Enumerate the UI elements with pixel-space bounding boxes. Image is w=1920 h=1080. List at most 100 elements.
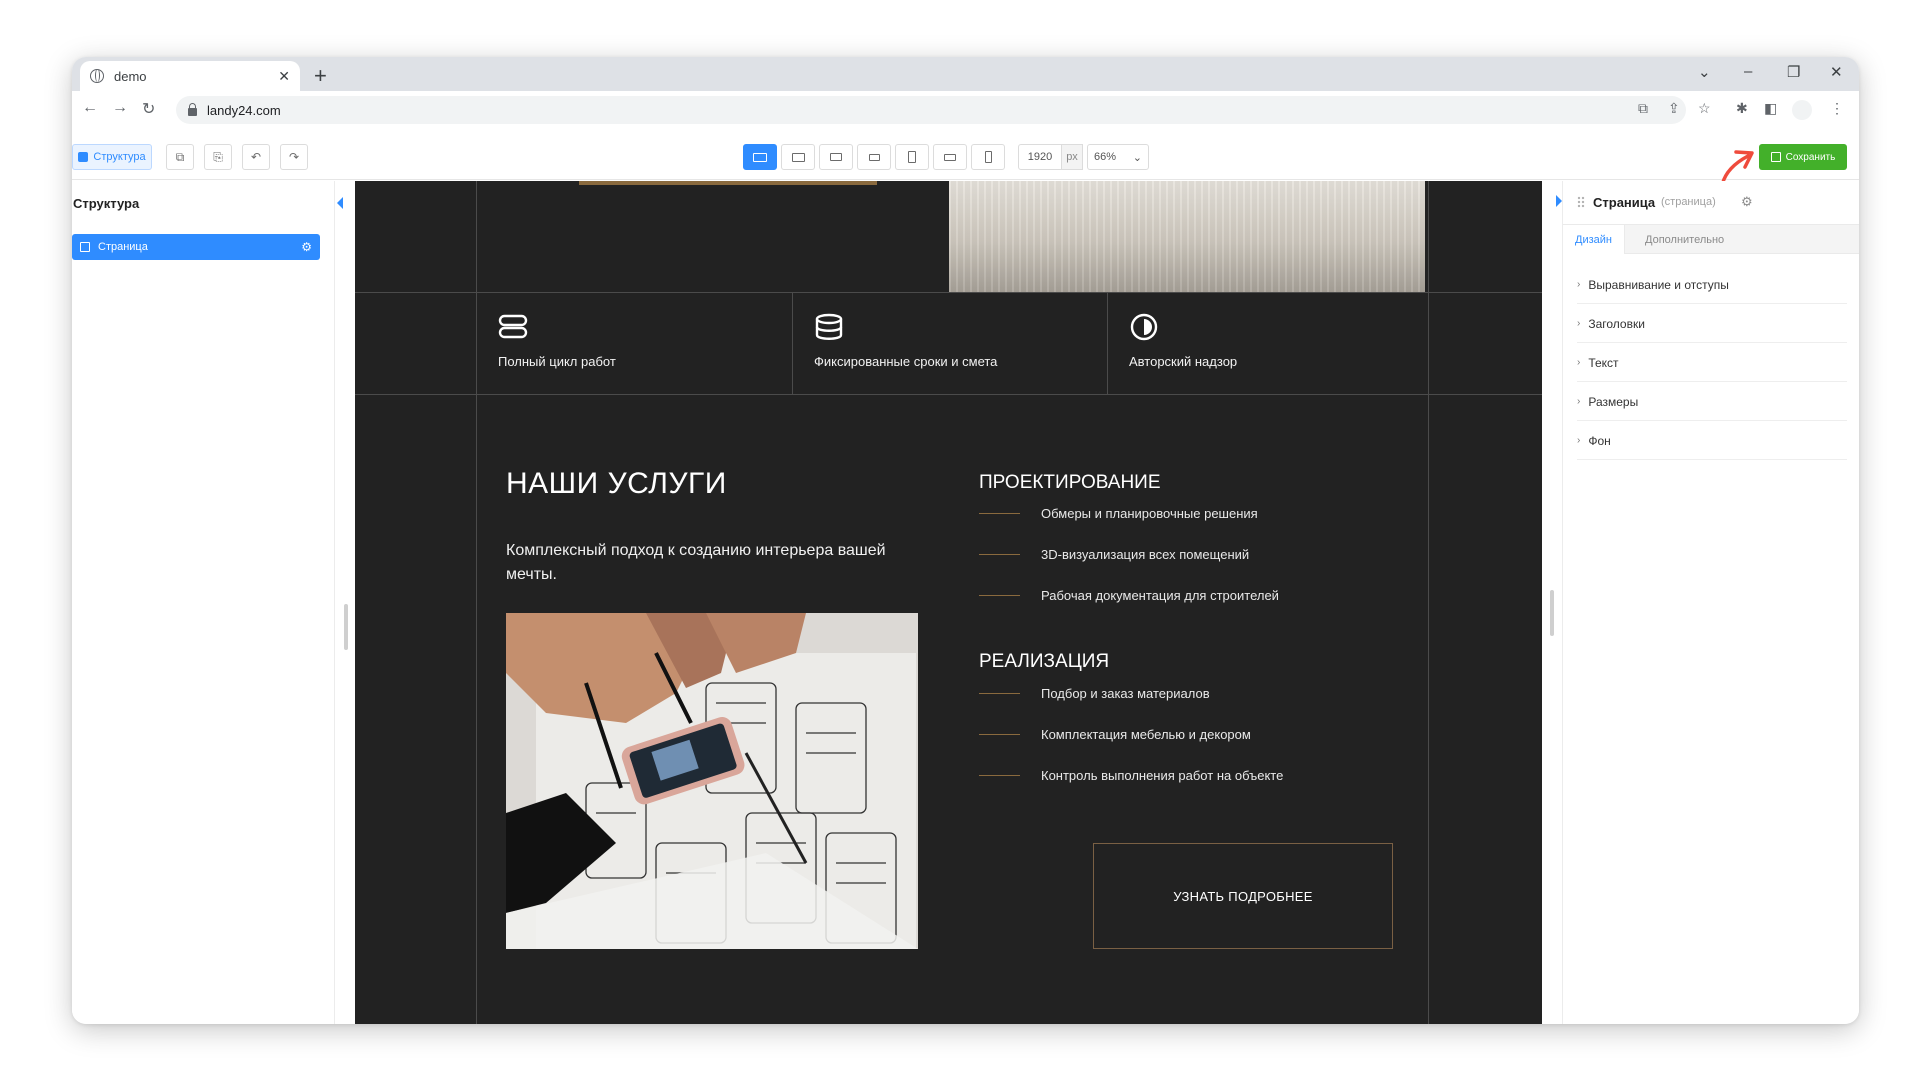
design-item-text: 3D-визуализация всех помещений [1041,547,1250,562]
star-icon[interactable]: ☆ [1698,100,1711,117]
implementation-item: Комплектация мебелью и декором [979,727,1251,742]
implementation-item-text: Контроль выполнения работ на объекте [1041,768,1284,783]
chevron-right-icon: › [1577,435,1581,446]
forward-icon[interactable]: → [112,99,128,117]
feature-full-cycle: Полный цикл работ [498,313,616,369]
left-resize-handle[interactable] [344,604,348,650]
device-tablet-portrait-button[interactable] [895,144,929,170]
zoom-value: 66% [1094,151,1117,163]
side-panel-icon[interactable]: ◧ [1764,100,1777,117]
profile-avatar[interactable] [1792,100,1812,120]
page-canvas[interactable]: Полный цикл работ Фиксированные сроки и … [355,181,1542,1024]
save-button[interactable]: Сохранить [1759,144,1847,170]
width-input[interactable]: 1920 [1018,144,1062,170]
properties-subtitle: (страница) [1661,196,1716,208]
undo-button[interactable]: ↶ [242,144,270,170]
new-tab-button[interactable]: + [314,63,327,89]
feature-supervision: Авторский надзор [1129,313,1237,369]
copy-button[interactable]: ⧉ [166,144,194,170]
device-tablet-landscape-button[interactable] [857,144,891,170]
implementation-item-text: Комплектация мебелью и декором [1041,727,1251,742]
implementation-item: Контроль выполнения работ на объекте [979,768,1283,783]
translate-icon[interactable]: ⧉ [1638,100,1648,117]
section-sizes[interactable]: › Размеры [1577,383,1847,421]
properties-panel: Страница (страница) ⚙ Дизайн Дополнитель… [1556,181,1859,1024]
chevron-right-icon: › [1577,318,1581,329]
database-stack-icon [498,314,528,339]
structure-button-label: Структура [93,151,146,163]
close-window-button[interactable]: ✕ [1830,63,1843,81]
sketch-photo-image [506,613,918,949]
structure-button[interactable]: Структура [72,144,152,170]
cylinder-icon [815,313,843,340]
paste-button[interactable]: ⎘ [204,144,232,170]
width-unit: px [1061,144,1083,170]
laptop-icon [830,153,842,161]
tree-item-label: Страница [98,241,148,253]
feature-label: Авторский надзор [1129,354,1238,369]
url-text: landy24.com [207,102,281,118]
zoom-select[interactable]: 66% ⌄ [1087,144,1149,170]
section-label: Фон [1588,433,1611,448]
close-tab-icon[interactable]: ✕ [278,68,290,85]
structure-panel-title: Структура [73,196,140,211]
share-icon[interactable]: ⇪ [1668,100,1680,117]
device-phone-landscape-button[interactable] [933,144,967,170]
device-desktop-button[interactable] [781,144,815,170]
section-headings[interactable]: › Заголовки [1577,305,1847,343]
implementation-item-text: Подбор и заказ материалов [1041,686,1210,701]
redo-button[interactable]: ↷ [280,144,308,170]
undo-icon: ↶ [250,150,262,164]
save-button-label: Сохранить [1785,151,1836,163]
device-phone-portrait-button[interactable] [971,144,1005,170]
redo-icon: ↷ [288,150,300,164]
services-lead-text: Комплексный подход к созданию интерьера … [506,542,886,583]
half-circle-icon [1130,313,1158,341]
accent-bar [579,181,877,185]
collapse-left-panel-icon[interactable] [337,197,343,209]
tablet-portrait-icon [908,151,916,163]
phone-landscape-icon [944,153,956,161]
chevron-right-icon: › [1577,396,1581,407]
section-label: Размеры [1588,394,1639,409]
section-label: Заголовки [1588,316,1645,331]
tab-search-icon[interactable]: ⌄ [1698,63,1711,81]
minimize-button[interactable]: – [1744,63,1752,80]
section-background[interactable]: › Фон [1577,422,1847,460]
extensions-icon[interactable]: ✱ [1736,100,1748,117]
tab-advanced[interactable]: Дополнительно [1633,225,1736,254]
gear-icon[interactable]: ⚙ [1741,194,1753,210]
properties-title: Страница [1593,195,1656,210]
gear-icon[interactable]: ⚙ [301,240,312,254]
right-resize-handle[interactable] [1550,590,1554,636]
menu-icon[interactable]: ⋮ [1830,100,1844,117]
feature-label: Фиксированные сроки и смета [814,354,998,369]
drag-handle-icon[interactable] [1577,196,1585,208]
lock-icon [188,102,197,116]
grid-line [355,292,1542,293]
reload-icon[interactable]: ↻ [142,99,155,119]
learn-more-button[interactable]: УЗНАТЬ ПОДРОБНЕЕ [1093,843,1393,949]
tab-strip: demo ✕ + ⌄ – ❐ ✕ [72,57,1859,91]
grid-line [355,394,1542,395]
implementation-item: Подбор и заказ материалов [979,686,1210,701]
section-text[interactable]: › Текст [1577,344,1847,382]
collapse-right-panel-icon[interactable] [1556,195,1562,207]
url-bar[interactable]: landy24.com [176,96,1686,124]
device-desktop-wide-button[interactable] [743,144,777,170]
grid-line [792,292,793,394]
restore-button[interactable]: ❐ [1787,63,1800,81]
editor-toolbar: Структура ⧉ ⎘ ↶ ↷ 1920 px 66% ⌄ Сохранит… [72,136,1859,180]
back-icon[interactable]: ← [82,99,98,117]
wood-floor-image [949,181,1425,292]
tab-design[interactable]: Дизайн [1563,225,1625,254]
design-item: 3D-визуализация всех помещений [979,547,1249,562]
browser-tab[interactable]: demo ✕ [80,61,300,91]
tree-item-page[interactable]: Страница ⚙ [72,234,320,260]
design-item-text: Обмеры и планировочные решения [1041,506,1258,521]
dash-icon [979,513,1020,514]
dash-icon [979,554,1020,555]
desktop-wide-icon [753,152,767,162]
section-alignment[interactable]: › Выравнивание и отступы [1577,266,1847,304]
device-laptop-button[interactable] [819,144,853,170]
